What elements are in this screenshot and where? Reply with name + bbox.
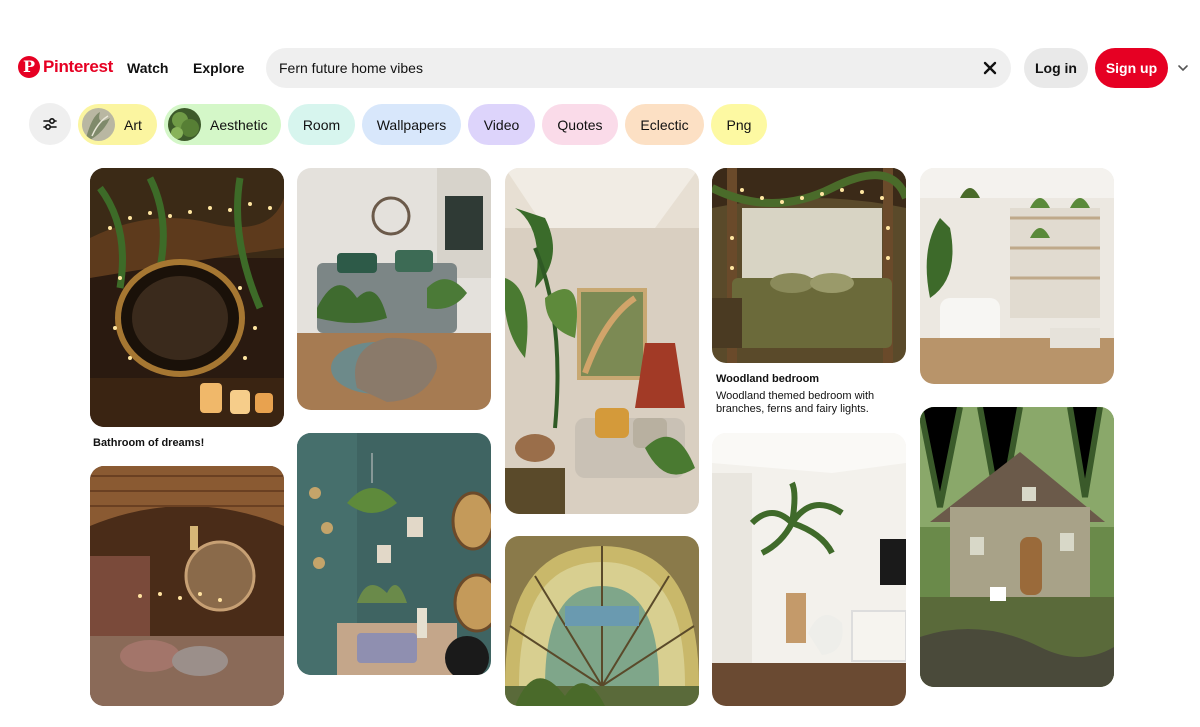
chip-wallpapers[interactable]: Wallpapers — [362, 104, 461, 145]
sliders-icon — [43, 117, 57, 131]
nav-watch-link[interactable]: Watch — [127, 60, 168, 76]
pin-title[interactable]: Bathroom of dreams! — [93, 437, 204, 449]
chip-art[interactable]: Art — [78, 104, 157, 145]
chip-png[interactable]: Png — [711, 104, 767, 145]
signup-button[interactable]: Sign up — [1095, 48, 1168, 88]
pin-title[interactable]: Woodland bedroom — [716, 373, 819, 385]
search-bar[interactable] — [266, 48, 1011, 88]
chip-label: Eclectic — [640, 116, 689, 133]
search-input[interactable] — [279, 48, 969, 88]
chip-label: Png — [726, 116, 752, 133]
login-button[interactable]: Log in — [1024, 48, 1088, 88]
related-search-chips: Art Aesthetic Room Wallpapers Video Quot… — [0, 103, 1200, 145]
chip-label: Wallpapers — [376, 116, 447, 133]
chip-room[interactable]: Room — [288, 104, 355, 145]
chip-label: Video — [483, 116, 520, 133]
pin-jungle-living-room[interactable] — [505, 168, 699, 514]
pin-wood-cabin-nook[interactable] — [90, 466, 284, 706]
filter-button[interactable] — [29, 103, 71, 145]
chip-art-thumbnail — [82, 108, 115, 141]
nav-explore-link[interactable]: Explore — [193, 60, 244, 76]
pin-white-room-palm[interactable] — [712, 433, 906, 706]
chip-eclectic[interactable]: Eclectic — [625, 104, 704, 145]
chevron-down-icon[interactable] — [1176, 61, 1190, 75]
close-icon[interactable] — [979, 57, 1001, 79]
chip-label: Art — [124, 116, 142, 133]
pin-teal-plant-room[interactable] — [297, 433, 491, 675]
pin-minimal-plant-bedroom[interactable] — [297, 168, 491, 410]
pinterest-logo-icon: P — [18, 56, 40, 78]
pin-stained-glass-window[interactable] — [505, 536, 699, 706]
chip-video[interactable]: Video — [468, 104, 535, 145]
pin-bathroom-fairy-lights[interactable] — [90, 168, 284, 427]
top-nav: P Pinterest Watch Explore Log in Sign up — [0, 46, 1200, 90]
chip-label: Aesthetic — [210, 116, 268, 133]
chip-label: Room — [302, 116, 341, 133]
pin-woodland-bedroom[interactable] — [712, 168, 906, 363]
chip-aesthetic-thumbnail — [168, 108, 201, 141]
logo-text: Pinterest — [43, 57, 114, 76]
chip-aesthetic[interactable]: Aesthetic — [164, 104, 281, 145]
pinterest-logo[interactable]: P Pinterest — [18, 56, 113, 78]
chip-quotes[interactable]: Quotes — [542, 104, 618, 145]
chip-label: Quotes — [557, 116, 603, 133]
pin-cob-cottage-forest[interactable] — [920, 407, 1114, 687]
pin-description: Woodland themed bedroom with branches, f… — [716, 390, 875, 415]
pin-plant-shelf-office[interactable] — [920, 168, 1114, 384]
